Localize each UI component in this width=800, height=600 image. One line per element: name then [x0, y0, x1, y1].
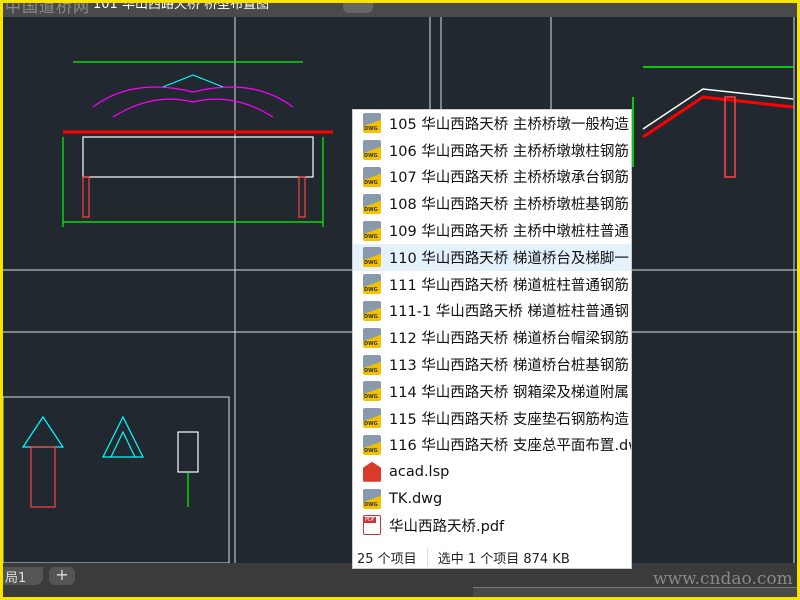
tab-button[interactable]: [343, 3, 373, 13]
dwg-file-icon: DWG: [363, 274, 381, 295]
dwg-file-icon: DWG: [363, 434, 381, 455]
icon-label: PDF: [364, 517, 376, 524]
file-item[interactable]: DWG 113 华山西路天桥 梯道桥台桩基钢筋: [353, 351, 631, 378]
file-name: 110 华山西路天桥 梯道桥台及梯脚一: [389, 250, 629, 267]
icon-label: DWG: [364, 501, 378, 508]
item-count: 25 个项目: [357, 551, 417, 567]
file-item[interactable]: DWG 107 华山西路天桥 主桥桥墩承台钢筋: [353, 164, 631, 191]
icon-label: DWG: [364, 233, 378, 240]
file-item[interactable]: DWG 109 华山西路天桥 主桥中墩桩柱普通: [353, 217, 631, 244]
icon-label: DWG: [364, 126, 378, 133]
file-item[interactable]: DWG 112 华山西路天桥 梯道桥台帽梁钢筋: [353, 324, 631, 351]
add-layout-button[interactable]: +: [49, 567, 75, 585]
stair-elevation: [632, 66, 794, 178]
dwg-file-icon: DWG: [363, 354, 381, 375]
watermark: 中国道桥网: [5, 3, 91, 16]
file-name: 华山西路天桥.pdf: [389, 518, 505, 535]
file-name: TK.dwg: [389, 490, 443, 507]
section-details: [21, 415, 199, 508]
file-name: 116 华山西路天桥 支座总平面布置.dwg: [389, 438, 632, 455]
file-item[interactable]: DWG 114 华山西路天桥 钢箱梁及梯道附属: [353, 378, 631, 405]
icon-label: DWG: [364, 153, 378, 160]
dwg-file-icon: DWG: [363, 300, 381, 321]
file-item[interactable]: DWG 105 华山西路天桥 主桥桥墩一般构造: [353, 110, 631, 137]
dwg-file-icon: DWG: [363, 166, 381, 187]
file-name: 105 华山西路天桥 主桥桥墩一般构造: [389, 116, 629, 133]
layout-tab[interactable]: 局1: [3, 567, 43, 586]
icon-label: DWG: [364, 206, 378, 213]
icon-label: DWG: [364, 421, 378, 428]
file-name: 113 华山西路天桥 梯道桥台桩基钢筋: [389, 358, 629, 375]
file-name: 114 华山西路天桥 钢箱梁及梯道附属: [389, 384, 629, 401]
icon-label: DWG: [364, 447, 378, 454]
dwg-file-icon: DWG: [363, 327, 381, 348]
icon-label: DWG: [364, 394, 378, 401]
file-item[interactable]: DWG 115 华山西路天桥 支座垫石钢筋构造: [353, 405, 631, 432]
file-item[interactable]: DWG 106 华山西路天桥 主桥桥墩墩柱钢筋: [353, 137, 631, 164]
file-name: acad.lsp: [389, 463, 450, 480]
file-list-popup: DWG 105 华山西路天桥 主桥桥墩一般构造 DWG 106 华山西路天桥 主桥桥墩…: [352, 109, 632, 569]
icon-label: DWG: [364, 367, 378, 374]
lsp-file-icon: [363, 461, 381, 482]
status-tray: [473, 587, 797, 597]
dwg-file-icon: DWG: [363, 193, 381, 214]
window-title: 101 华山西路天桥 桥型布置图: [93, 3, 270, 12]
title-bar: 中国道桥网 101 华山西路天桥 桥型布置图: [3, 3, 797, 17]
status-bar: 25 个项目 选中 1 个项目 874 KB: [353, 546, 631, 568]
dwg-file-icon: DWG: [363, 140, 381, 161]
file-name: 111-1 华山西路天桥 梯道桩柱普通钢: [389, 304, 629, 321]
dwg-file-icon: DWG: [363, 381, 381, 402]
dwg-file-icon: DWG: [363, 488, 381, 509]
pdf-file-icon: PDF: [363, 515, 381, 536]
file-name: 109 华山西路天桥 主桥中墩桩柱普通: [389, 224, 629, 241]
file-item[interactable]: DWG 111 华山西路天桥 梯道桩柱普通钢筋: [353, 271, 631, 298]
file-item[interactable]: DWG TK.dwg: [353, 485, 631, 512]
file-name: 112 华山西路天桥 梯道桥台帽梁钢筋: [389, 331, 629, 348]
file-item[interactable]: DWG 110 华山西路天桥 梯道桥台及梯脚一: [353, 243, 631, 271]
file-name: 111 华山西路天桥 梯道桩柱普通钢筋: [389, 277, 629, 294]
file-name: 115 华山西路天桥 支座垫石钢筋构造: [389, 411, 629, 428]
dwg-file-icon: DWG: [363, 408, 381, 429]
file-list: DWG 105 华山西路天桥 主桥桥墩一般构造 DWG 106 华山西路天桥 主桥桥墩…: [353, 110, 631, 539]
bridge-elevation: [62, 61, 333, 227]
file-name: 106 华山西路天桥 主桥桥墩墩柱钢筋: [389, 143, 629, 160]
file-name: 108 华山西路天桥 主桥桥墩桩基钢筋: [389, 197, 629, 214]
dwg-file-icon: DWG: [363, 113, 381, 134]
file-item[interactable]: DWG 108 华山西路天桥 主桥桥墩桩基钢筋: [353, 190, 631, 217]
dwg-file-icon: DWG: [363, 220, 381, 241]
file-item[interactable]: DWG 111-1 华山西路天桥 梯道桩柱普通钢: [353, 298, 631, 325]
file-name: 107 华山西路天桥 主桥桥墩承台钢筋: [389, 170, 629, 187]
file-item[interactable]: DWG 116 华山西路天桥 支座总平面布置.dwg: [353, 432, 631, 459]
site-watermark: www.cndao.com: [653, 569, 793, 589]
icon-label: DWG: [364, 313, 378, 320]
icon-label: DWG: [364, 340, 378, 347]
file-item[interactable]: acad.lsp: [353, 458, 631, 485]
selection-info: 选中 1 个项目 874 KB: [437, 551, 570, 567]
icon-label: DWG: [364, 179, 378, 186]
icon-label: DWG: [364, 260, 378, 267]
icon-label: DWG: [364, 287, 378, 294]
dwg-file-icon: DWG: [363, 247, 381, 268]
file-item[interactable]: PDF 华山西路天桥.pdf: [353, 512, 631, 539]
divider: [426, 548, 428, 566]
